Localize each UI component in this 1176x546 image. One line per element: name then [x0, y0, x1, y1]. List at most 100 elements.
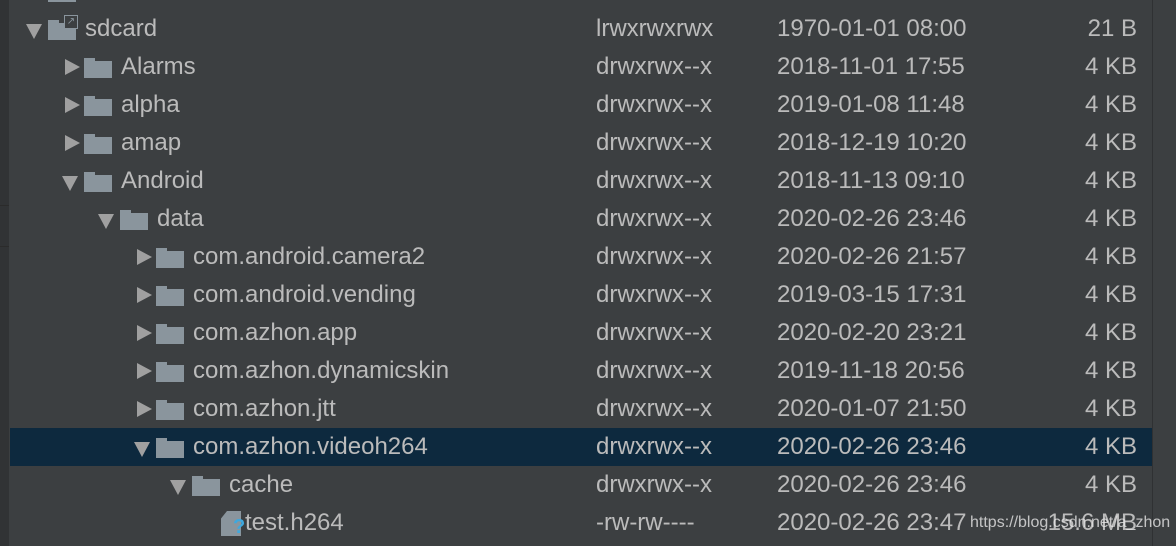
modified-date: 2020-02-26 23:46 — [777, 433, 967, 460]
file-name: sdcard — [85, 15, 158, 42]
file-name: Android — [121, 167, 204, 194]
device-file-tree[interactable]: ↗ sdcard lrwxrwxrwx 1970-01-01 08:00 21 B Ala… — [10, 0, 1152, 542]
gutter-marker — [0, 205, 9, 247]
folder-icon — [156, 324, 184, 344]
permissions: drwxrwx--x — [596, 53, 712, 80]
file-size: 4 KB — [1084, 129, 1137, 156]
permissions: drwxrwx--x — [596, 167, 712, 194]
modified-date: 2020-02-26 23:46 — [777, 471, 967, 498]
permissions: drwxrwx--x — [596, 129, 712, 156]
modified-date: 2018-11-13 09:10 — [777, 167, 965, 194]
file-name: com.azhon.app — [193, 319, 358, 346]
folder-icon — [156, 248, 184, 268]
tree-row[interactable]: ↗ sdcard lrwxrwxrwx 1970-01-01 08:00 21 B — [10, 10, 1152, 48]
expand-arrow-down-icon[interactable] — [133, 428, 153, 466]
tree-row[interactable]: amap drwxrwx--x 2018-12-19 10:20 4 KB — [10, 124, 1152, 162]
modified-date: 2020-02-20 23:21 — [777, 319, 967, 346]
file-name: com.azhon.jtt — [193, 395, 336, 422]
expand-arrow-down-icon[interactable] — [169, 466, 189, 504]
tree-row[interactable]: com.azhon.videoh264 drwxrwx--x 2020-02-26 … — [10, 428, 1152, 466]
folder-icon — [84, 172, 112, 192]
permissions: drwxrwx--x — [596, 281, 712, 308]
folder-icon — [156, 362, 184, 382]
file-name: com.android.camera2 — [193, 243, 426, 270]
file-name: com.android.vending — [193, 281, 416, 308]
file-size: 4 KB — [1084, 395, 1137, 422]
file-size: 4 KB — [1084, 281, 1137, 308]
watermark: https://blog.csdn.net/a_zhon — [970, 514, 1171, 531]
file-size: 4 KB — [1084, 319, 1137, 346]
tree-row[interactable]: com.azhon.app drwxrwx--x 2020-02-20 23:21 4… — [10, 314, 1152, 352]
folder-icon — [84, 134, 112, 154]
modified-date: 2020-02-26 23:47 — [777, 509, 967, 536]
folder-icon — [48, 0, 76, 2]
tree-row[interactable]: com.android.vending drwxrwx--x 2019-03-15 … — [10, 276, 1152, 314]
permissions: drwxrwx--x — [596, 395, 712, 422]
permissions: lrwxrwxrwx — [596, 15, 714, 42]
file-size: 4 KB — [1084, 471, 1137, 498]
file-size: 21 B — [1087, 15, 1137, 42]
file-size: 4 KB — [1084, 53, 1137, 80]
folder-icon — [156, 438, 184, 458]
modified-date: 2020-01-07 21:50 — [777, 395, 967, 422]
file-size: 4 KB — [1084, 91, 1137, 118]
tree-row[interactable]: Alarms drwxrwx--x 2018-11-01 17:55 4 KB — [10, 48, 1152, 86]
permissions: drwxrwx--x — [596, 357, 712, 384]
permissions: drwxrwx--x — [596, 205, 712, 232]
expand-arrow-down-icon[interactable] — [97, 200, 117, 238]
expand-arrow-down-icon[interactable] — [25, 10, 45, 48]
file-size: 4 KB — [1084, 433, 1137, 460]
expand-arrow-right-icon[interactable] — [61, 48, 81, 86]
file-name: amap — [121, 129, 182, 156]
tree-row[interactable]: com.azhon.jtt drwxrwx--x 2020-01-07 21:50 4… — [10, 390, 1152, 428]
file-size: 4 KB — [1084, 357, 1137, 384]
permissions: drwxrwx--x — [596, 471, 712, 498]
modified-date: 2018-11-01 17:55 — [777, 53, 965, 80]
left-gutter — [0, 0, 9, 546]
file-size: 4 KB — [1084, 243, 1137, 270]
permissions: drwxrwx--x — [596, 319, 712, 346]
folder-icon — [192, 476, 220, 496]
file-name: alpha — [121, 91, 180, 118]
tree-row[interactable]: alpha drwxrwx--x 2019-01-08 11:48 4 KB — [10, 86, 1152, 124]
modified-date: 1970-01-01 08:00 — [777, 15, 967, 42]
modified-date: 2019-03-15 17:31 — [777, 281, 967, 308]
modified-date: 2019-01-08 11:48 — [777, 91, 965, 118]
expand-arrow-right-icon[interactable] — [133, 238, 153, 276]
expand-arrow-right-icon[interactable] — [133, 390, 153, 428]
tree-row[interactable]: Android drwxrwx--x 2018-11-13 09:10 4 KB — [10, 162, 1152, 200]
modified-date: 2018-12-19 10:20 — [777, 129, 967, 156]
permissions: -rw-rw---- — [596, 509, 695, 536]
vertical-scrollbar[interactable] — [1152, 0, 1176, 546]
folder-icon: ↗ — [48, 15, 78, 40]
file-name: test.h264 — [245, 509, 344, 536]
folder-icon — [156, 286, 184, 306]
expand-arrow-right-icon[interactable] — [61, 86, 81, 124]
symlink-icon: ↗ — [64, 15, 78, 29]
expand-arrow-right-icon[interactable] — [61, 124, 81, 162]
modified-date: 2019-11-18 20:56 — [777, 357, 965, 384]
modified-date: 2020-02-26 23:46 — [777, 205, 967, 232]
permissions: drwxrwx--x — [596, 243, 712, 270]
permissions: drwxrwx--x — [596, 91, 712, 118]
expand-arrow-right-icon[interactable] — [133, 276, 153, 314]
tree-row[interactable]: cache drwxrwx--x 2020-02-26 23:46 4 KB — [10, 466, 1152, 504]
expand-arrow-down-icon[interactable] — [61, 162, 81, 200]
file-name: Alarms — [121, 53, 196, 80]
permissions: drwxrwx--x — [596, 433, 712, 460]
folder-icon — [120, 210, 148, 230]
file-name: cache — [229, 471, 294, 498]
tree-row[interactable]: com.azhon.dynamicskin drwxrwx--x 2019-11-1… — [10, 352, 1152, 390]
folder-icon — [84, 58, 112, 78]
folder-icon — [84, 96, 112, 116]
expand-arrow-right-icon[interactable] — [133, 314, 153, 352]
file-name: com.azhon.dynamicskin — [193, 357, 450, 384]
tree-row[interactable]: data drwxrwx--x 2020-02-26 23:46 4 KB — [10, 200, 1152, 238]
unknown-type-icon: ? — [233, 516, 246, 538]
file-size: 4 KB — [1084, 205, 1137, 232]
file-name: com.azhon.videoh264 — [193, 433, 428, 460]
expand-arrow-right-icon[interactable] — [133, 352, 153, 390]
tree-row[interactable]: com.android.camera2 drwxrwx--x 2020-02-26 … — [10, 238, 1152, 276]
tree-row[interactable] — [10, 0, 1152, 10]
modified-date: 2020-02-26 21:57 — [777, 243, 967, 270]
